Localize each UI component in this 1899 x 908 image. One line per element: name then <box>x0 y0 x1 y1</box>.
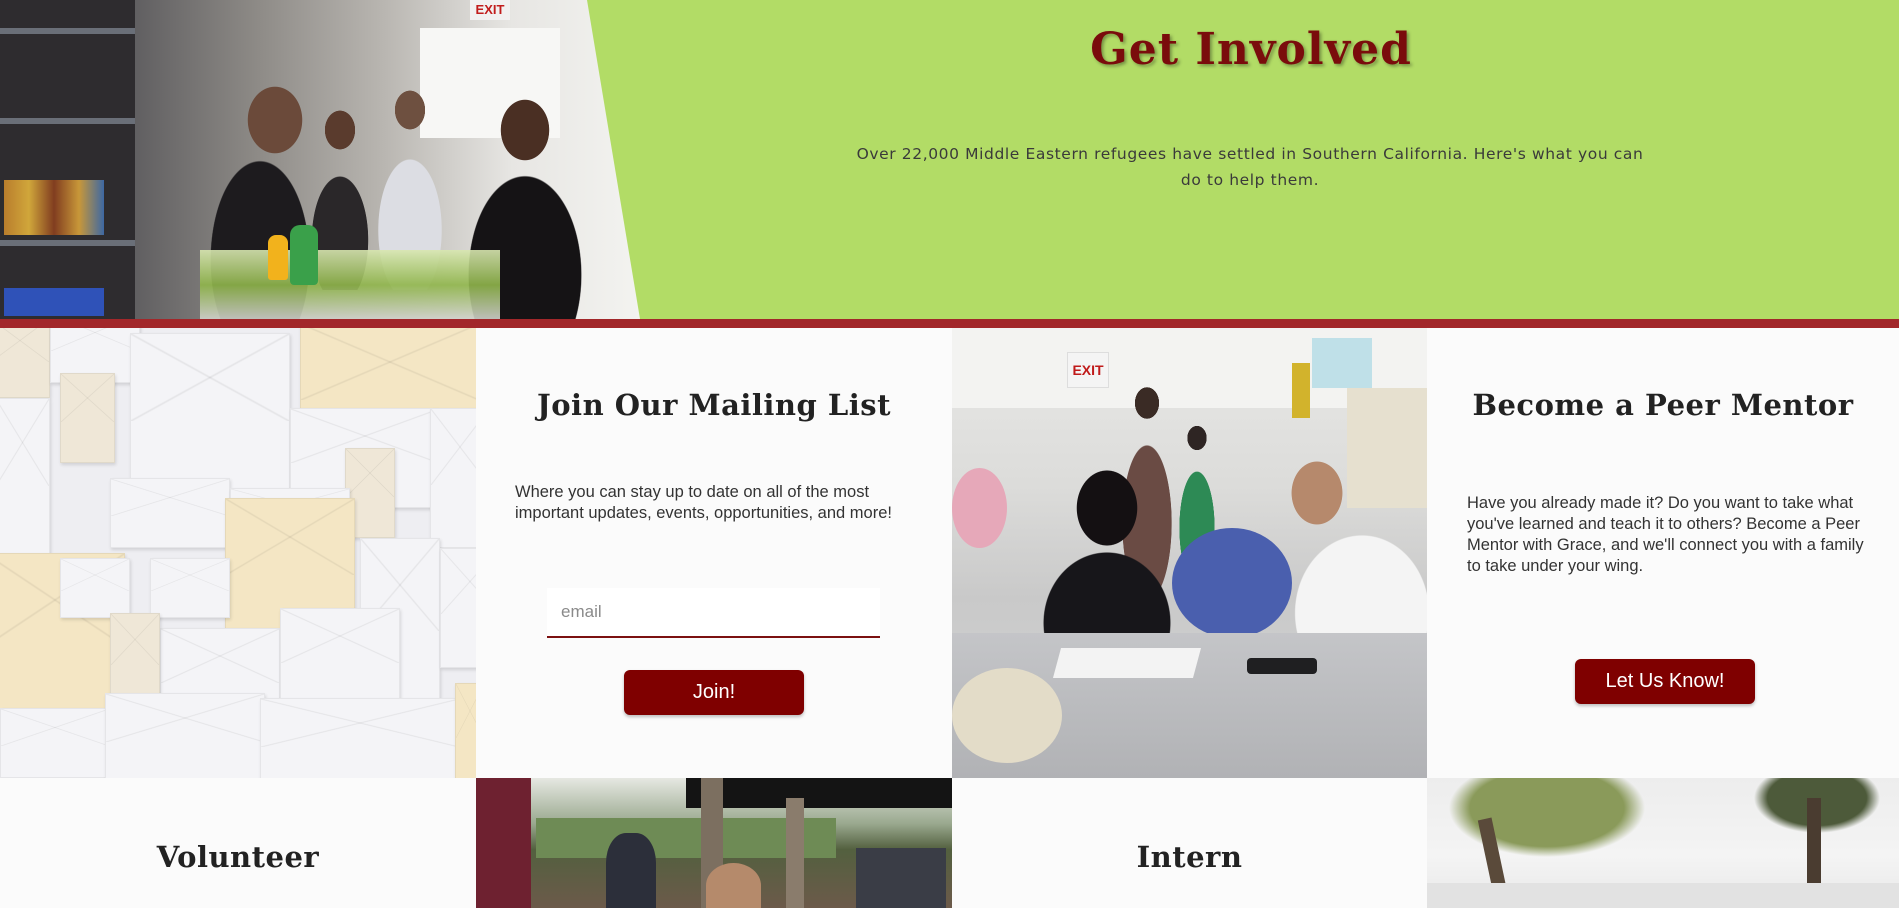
exit-sign: EXIT <box>470 0 510 20</box>
peer-mentor-description: Have you already made it? Do you want to… <box>1467 494 1864 575</box>
hero-section: EXIT Get Involved Over 22,000 Middle Eas… <box>0 0 1899 319</box>
volunteer-title: Volunteer <box>156 840 320 874</box>
peer-mentor-title: Become a Peer Mentor <box>1472 388 1854 422</box>
mailing-list-description: Where you can stay up to date on all of … <box>515 483 892 522</box>
email-field-wrapper <box>547 588 880 638</box>
peer-mentor-card: Become a Peer Mentor Have you already ma… <box>1427 328 1899 778</box>
intern-card: Intern <box>952 778 1427 908</box>
section-divider <box>0 319 1899 328</box>
volunteer-card: Volunteer <box>0 778 476 908</box>
email-input[interactable] <box>547 588 880 636</box>
park-photo <box>1427 778 1899 908</box>
envelopes-photo <box>0 328 476 778</box>
mailing-list-title: Join Our Mailing List <box>536 388 891 422</box>
hero-photo-volunteers: EXIT <box>0 0 640 319</box>
join-button[interactable]: Join! <box>624 670 804 715</box>
let-us-know-button[interactable]: Let Us Know! <box>1575 659 1755 704</box>
page-title: Get Involved <box>1090 24 1412 75</box>
hero-description: Over 22,000 Middle Eastern refugees have… <box>856 145 1644 189</box>
intern-title: Intern <box>1136 840 1243 874</box>
peer-mentoring-photo: EXIT <box>952 328 1427 778</box>
picnic-photo <box>476 778 952 908</box>
